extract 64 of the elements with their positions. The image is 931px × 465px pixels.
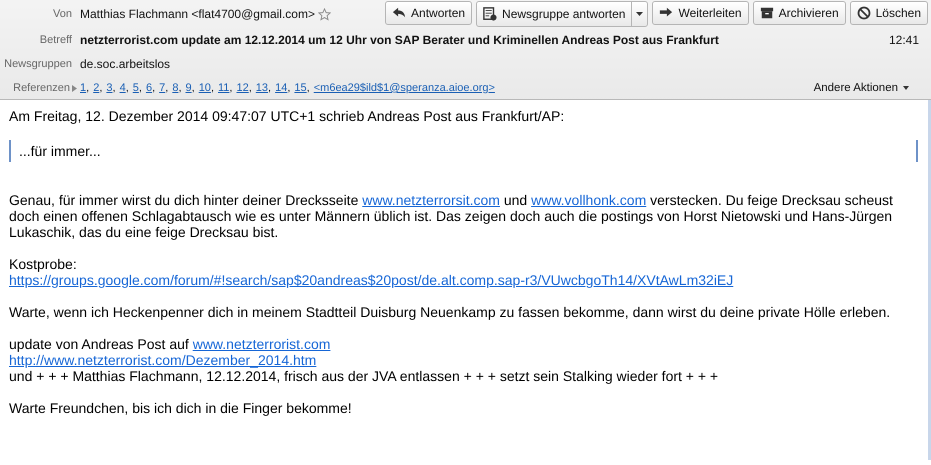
sender: Matthias Flachmann <flat4700@gmail.com>	[80, 7, 315, 21]
caret-icon	[636, 12, 644, 16]
separator: ,	[287, 82, 290, 94]
paragraph: update von Andreas Post auf www.netzterrorist.com http://www.netzterrorist.com/Dezember_2014.htm und + + + Matthias Flachmann, 12.12.2014, frisch aus der JVA entlassen + + + setzt sein Stalking wieder fort + + +	[9, 336, 720, 384]
separator: ,	[152, 82, 156, 94]
toolbar-button[interactable]: Löschen	[850, 1, 928, 25]
from-label: Von	[52, 8, 73, 20]
reference-link[interactable]: 11	[218, 82, 230, 94]
link[interactable]: https://groups.google.com/forum/#!search/sap$20andreas$20post/de.alt.comp.sap-r3/VUwcbgoTh14/XVtAwLm32iEJ	[9, 272, 734, 288]
separator: ,	[138, 82, 142, 94]
quoted-text: ...für immer...	[19, 143, 102, 159]
reference-link[interactable]: 12	[236, 82, 249, 94]
newsgroups-label: Newsgruppen	[3, 58, 73, 70]
separator: ,	[165, 82, 168, 94]
reference-link[interactable]: 5	[132, 82, 139, 94]
newsgroup: de.soc.arbeitslos	[80, 57, 170, 71]
subject-label: Betreff	[38, 34, 73, 46]
link[interactable]: http://www.netzterrorist.com/Dezember_2014.htm	[9, 352, 316, 368]
reference-link[interactable]: 10	[198, 82, 211, 94]
reference-link[interactable]: 3	[106, 82, 112, 94]
reference-link[interactable]: 2	[93, 82, 100, 94]
toolbar-button[interactable]: Antworten	[385, 1, 472, 25]
reference-link[interactable]: <m6ea29$ild$1@speranza.aioe.org>	[314, 82, 495, 94]
subject: netzterrorist.com update am 12.12.2014 um 12 Uhr von SAP Berater und Kriminellen Andreas Post aus Frankfurt	[80, 33, 719, 47]
link[interactable]: www.netzterrorist.com	[192, 336, 330, 352]
more-actions-button[interactable]: Andere Aktionen	[808, 76, 931, 100]
references-label: Referenzen	[12, 82, 71, 94]
reference-link[interactable]: 8	[172, 82, 178, 94]
link[interactable]: www.vollhonk.com	[531, 192, 646, 208]
separator: ,	[99, 82, 102, 94]
reference-link[interactable]: 14	[275, 82, 288, 94]
link[interactable]: www.netzterrorsit.com	[362, 192, 500, 208]
reply-icon	[392, 6, 406, 20]
delete-icon	[856, 6, 871, 20]
reference-link[interactable]: 13	[256, 82, 268, 94]
paragraph: Warte, wenn ich Heckenpenner dich in meinem Stadtteil Duisburg Neuenkamp zu fassen bekomme, dann wirst du deine private Hölle erleben.	[9, 304, 892, 320]
separator: ,	[178, 82, 182, 94]
paragraph: Am Freitag, 12. Dezember 2014 09:47:07 UTC+1 schrieb Andreas Post aus Frankfurt/AP:	[9, 108, 566, 124]
separator: ,	[192, 82, 195, 94]
time: 12:41	[888, 33, 920, 47]
separator: ,	[126, 82, 129, 94]
paragraph: Genau, für immer wirst du dich hinter deiner Drecksseite www.netzterrorsit.com und www.vollhonk.com verstecken. Du feige Drecksau scheust doch einen offenen Schlagabtausch wie es unter Männern üblich ist. Das zeigen doch auch die postings von Horst Nietowski und Hans-Jürgen Lukaschik, das du eine feige Drecksau bist.	[9, 192, 894, 240]
separator: ,	[86, 82, 90, 94]
expander-icon[interactable]	[72, 84, 77, 92]
paragraph: Kostprobe: https://groups.google.com/forum/#!search/sap$20andreas$20post/de.alt.comp.sap-r3/VUwcbgoTh14/XVtAwLm32iEJ	[9, 256, 734, 288]
reference-link[interactable]: 9	[186, 82, 192, 94]
paragraph: Warte Freundchen, bis ich dich in die Finger bekomme!	[9, 400, 353, 416]
reference-link[interactable]: 6	[146, 82, 152, 94]
newsgroup-icon	[483, 7, 498, 21]
separator: ,	[268, 82, 272, 94]
caret-icon	[903, 86, 909, 90]
toolbar-button[interactable]: Weiterleiten	[652, 1, 749, 25]
reference-link[interactable]: 7	[159, 82, 166, 94]
separator: ,	[306, 82, 310, 94]
reference-link[interactable]: 4	[120, 82, 126, 94]
separator: ,	[210, 82, 214, 94]
archive-icon	[760, 6, 774, 20]
reference-link[interactable]: 1	[80, 82, 86, 94]
separator: ,	[248, 82, 252, 94]
toolbar-button[interactable]: Archivieren	[752, 1, 846, 25]
star-icon[interactable]	[318, 8, 331, 20]
separator: ,	[112, 82, 116, 94]
separator: ,	[229, 82, 232, 94]
reference-link[interactable]: 15	[294, 82, 307, 94]
